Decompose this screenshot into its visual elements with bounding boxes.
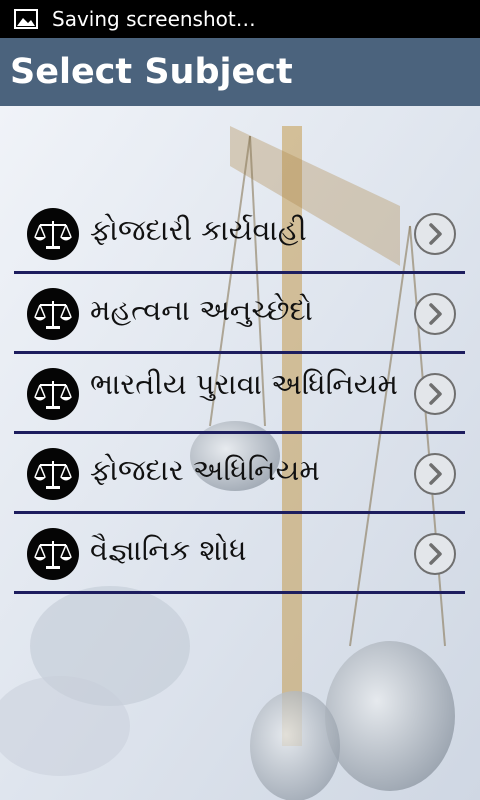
- subject-item-5[interactable]: વૈજ્ઞાનિક શોધ: [14, 514, 465, 594]
- chevron-right-icon[interactable]: [413, 372, 457, 416]
- subject-item-2[interactable]: મહત્વના અનુચ્છેદો: [14, 274, 465, 354]
- subject-label: ભારતીય પુરાવા અધિનિયમ: [90, 367, 399, 401]
- subject-item-3[interactable]: ભારતીય પુરાવા અધિનિયમ: [14, 354, 465, 434]
- image-icon: [14, 9, 38, 29]
- chevron-right-icon[interactable]: [413, 452, 457, 496]
- scales-of-justice-icon: [27, 368, 79, 420]
- subject-list: ફોજદારી કાર્યવાહી મહત્વના અનુચ્છેદો ભારત…: [14, 194, 465, 594]
- chevron-right-icon[interactable]: [413, 532, 457, 576]
- chevron-right-icon[interactable]: [413, 212, 457, 256]
- subject-item-1[interactable]: ફોજદારી કાર્યવાહી: [14, 194, 465, 274]
- scales-of-justice-icon: [27, 448, 79, 500]
- subject-label: વૈજ્ઞાનિક શોધ: [90, 533, 247, 567]
- subject-label: ફોજદાર અધિનિયમ: [90, 453, 320, 487]
- scales-of-justice-icon: [27, 528, 79, 580]
- app-bar: Select Subject: [0, 38, 480, 106]
- scales-of-justice-icon: [27, 208, 79, 260]
- page-title: Select Subject: [10, 52, 293, 92]
- chevron-right-icon[interactable]: [413, 292, 457, 336]
- subject-label: ફોજદારી કાર્યવાહી: [90, 213, 307, 247]
- status-bar: Saving screenshot…: [0, 0, 480, 38]
- subject-label: મહત્વના અનુચ્છેદો: [90, 293, 313, 327]
- status-text: Saving screenshot…: [52, 7, 256, 31]
- scales-of-justice-icon: [27, 288, 79, 340]
- subject-item-4[interactable]: ફોજદાર અધિનિયમ: [14, 434, 465, 514]
